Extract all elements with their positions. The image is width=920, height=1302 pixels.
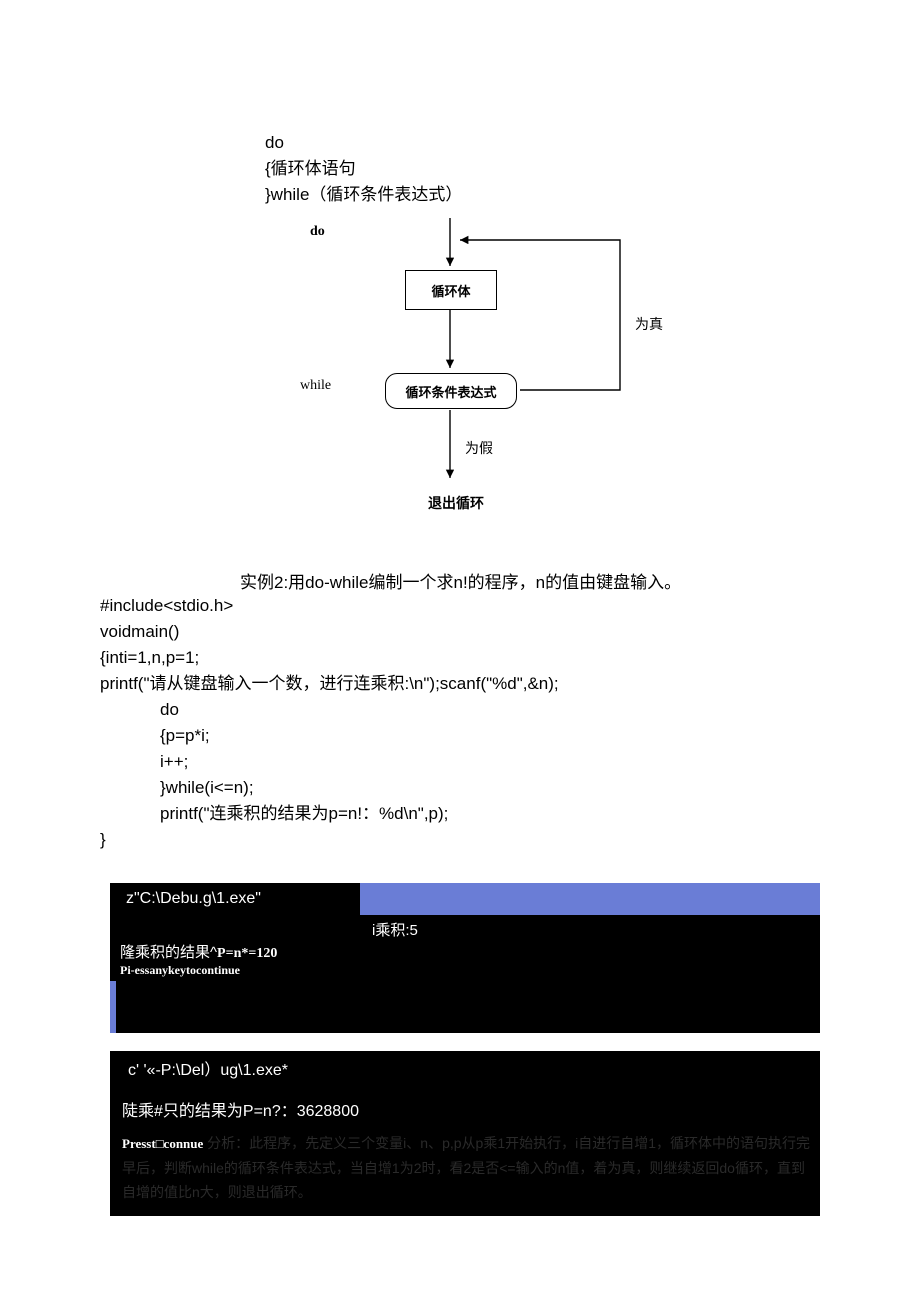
- console1-titlebar-right: [360, 883, 820, 915]
- console1-subtitle: i乘积:5: [360, 915, 820, 943]
- console-window-2: c' '«-P:\Del）ug\1.exe* 陡乘#只的结果为P=n?：3628…: [110, 1051, 820, 1216]
- console2-analysis: Presst□connue 分析：此程序，先定义三个变量i、n、p,p从p乘1开…: [110, 1127, 820, 1216]
- code-line: voidmain(): [100, 622, 179, 641]
- diagram-do-label: do: [310, 224, 325, 240]
- analysis-text: 分析：此程序，先定义三个变量i、n、p,p从p乘1开始执行，i自进行自增1，循环…: [122, 1135, 810, 1200]
- console2-press: Presst□connue: [122, 1136, 203, 1151]
- code-line: }while(i<=n);: [100, 775, 920, 801]
- console1-side-strip: [110, 981, 116, 1033]
- document-page: do {循环体语句 }while（循环条件表达式） do while 循环体 循…: [0, 0, 920, 1302]
- code-line: {p=p*i;: [100, 723, 920, 749]
- flowchart-diagram: do while 循环体 循环条件表达式 为真 为假 退出循环: [250, 218, 750, 528]
- console1-output-line: 隆乘积的结果^P=n*=120: [120, 941, 277, 962]
- diagram-cond-box: 循环条件表达式: [385, 373, 517, 409]
- code-line: #include<stdio.h>: [100, 596, 233, 615]
- example-text: 实例2:用do-while编制一个求n!的程序，n的值由键盘输入。: [240, 568, 920, 593]
- console1-title: z"C:\Debu.g\1.exe": [110, 883, 360, 915]
- syntax-line: {循环体语句: [265, 156, 920, 182]
- code-line: printf("请从键盘输入一个数，进行连乘积:\n");scanf("%d",…: [100, 674, 559, 693]
- code-line: i++;: [100, 749, 920, 775]
- console-window-1: z"C:\Debu.g\1.exe" i乘积:5 隆乘积的结果^P=n*=120…: [110, 883, 820, 1033]
- code-block: #include<stdio.h> voidmain() {inti=1,n,p…: [100, 593, 920, 853]
- code-line: {inti=1,n,p=1;: [100, 648, 199, 667]
- console2-title: c' '«-P:\Del）ug\1.exe*: [110, 1051, 820, 1085]
- syntax-line: do: [265, 130, 920, 156]
- code-line: printf("连乘积的结果为p=n!：%d\n",p);: [100, 801, 920, 827]
- diagram-false-label: 为假: [465, 438, 493, 458]
- diagram-while-label: while: [300, 378, 331, 394]
- code-line: do: [100, 697, 920, 723]
- code-line: }: [100, 830, 106, 849]
- diagram-body-box: 循环体: [405, 270, 497, 310]
- console2-output-line: 陡乘#只的结果为P=n?：3628800: [110, 1091, 820, 1127]
- console1-press-line: Pi-essanykeytocontinue: [120, 963, 240, 978]
- syntax-block: do {循环体语句 }while（循环条件表达式）: [265, 130, 920, 208]
- diagram-exit-label: 退出循环: [428, 493, 484, 513]
- syntax-line: }while（循环条件表达式）: [265, 182, 920, 208]
- diagram-true-label: 为真: [635, 314, 663, 334]
- console-group: z"C:\Debu.g\1.exe" i乘积:5 隆乘积的结果^P=n*=120…: [110, 883, 820, 1216]
